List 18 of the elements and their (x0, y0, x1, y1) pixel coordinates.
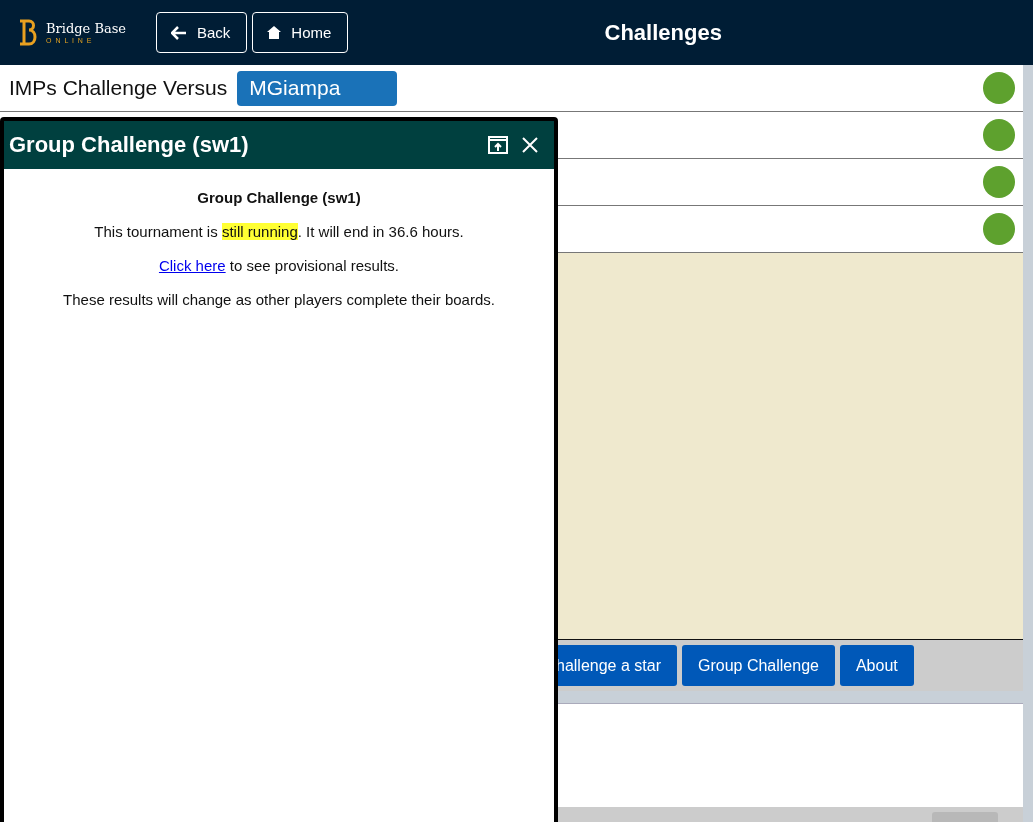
page-title: Challenges (603, 19, 723, 46)
back-arrow-icon (171, 25, 187, 40)
action-button[interactable]: About (839, 645, 914, 686)
home-icon (267, 26, 282, 39)
note-text: These results will change as other players complete their boards. (62, 291, 496, 308)
popout-icon[interactable] (488, 136, 508, 154)
results-link[interactable]: Click here (158, 257, 226, 274)
home-button[interactable]: Home (252, 12, 349, 53)
close-icon[interactable] (522, 137, 538, 153)
logo-name: Bridge Base (46, 21, 127, 36)
results-text: Click here to see provisional results. (157, 257, 401, 274)
action-button[interactable]: Group Challenge (681, 645, 835, 686)
dialog-title: Group Challenge (sw1) (9, 132, 250, 158)
dialog-heading: Group Challenge (sw1) (196, 189, 362, 206)
back-button[interactable]: Back (156, 12, 248, 53)
status-text: This tournament is still running. It will end in 36.6 hours. (93, 223, 465, 240)
opponent-field[interactable]: MGiampa (237, 70, 398, 106)
challenge-label: IMPs Challenge Versus (9, 76, 228, 100)
